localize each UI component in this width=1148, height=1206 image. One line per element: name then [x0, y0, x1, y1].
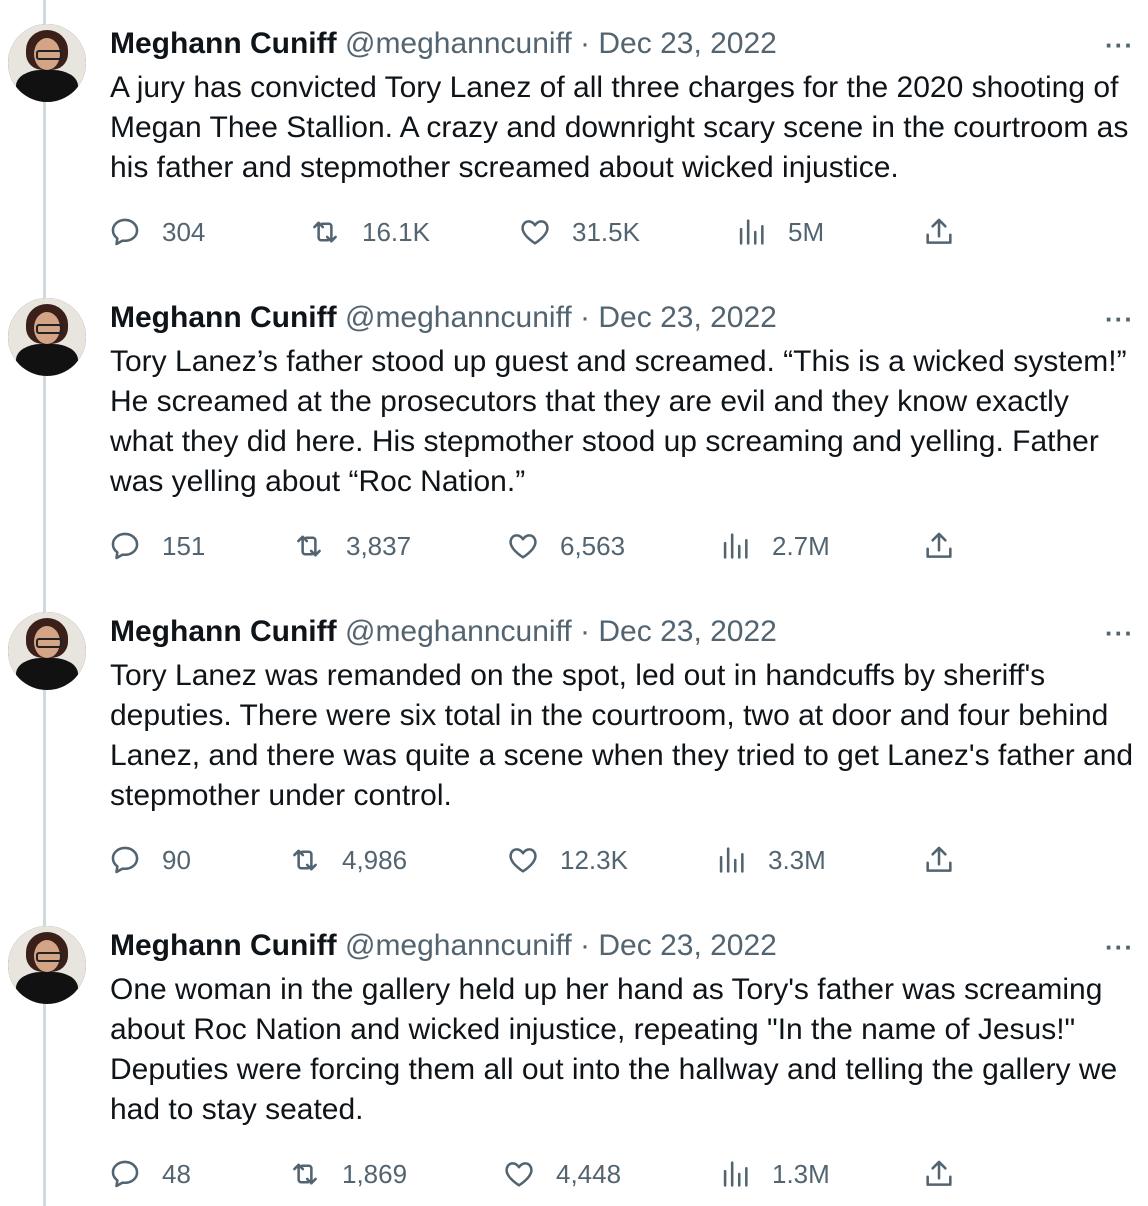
views-icon: [723, 533, 748, 559]
views-button[interactable]: 3.3M: [714, 840, 826, 880]
retweet-count: 16.1K: [362, 216, 430, 247]
reply-button[interactable]: 304: [108, 212, 205, 252]
like-button[interactable]: 31.5K: [518, 212, 640, 252]
retweet-icon: [293, 1163, 317, 1185]
retweet-button[interactable]: 1,869: [288, 1154, 407, 1194]
views-count: 1.3M: [772, 1158, 830, 1189]
author-name[interactable]: Meghann Cuniff: [110, 301, 337, 334]
author-handle[interactable]: @meghanncuniff: [345, 929, 572, 962]
share-icon: [926, 532, 952, 558]
like-button[interactable]: 12.3K: [506, 840, 628, 880]
author-name[interactable]: Meghann Cuniff: [110, 929, 337, 962]
separator: ·: [580, 929, 591, 962]
share-button[interactable]: [922, 1154, 976, 1194]
author-name[interactable]: Meghann Cuniff: [110, 27, 337, 60]
more-options-icon[interactable]: ···: [1105, 618, 1134, 649]
retweet-count: 1,869: [342, 1158, 408, 1189]
heart-icon: [509, 848, 537, 873]
views-count: 2.7M: [772, 530, 830, 561]
retweet-count: 3,837: [346, 530, 412, 561]
separator: ·: [580, 27, 591, 60]
tweet-actions: 151 3,837 6,563 2.7M: [108, 526, 988, 566]
separator: ·: [580, 301, 591, 334]
reply-icon: [111, 218, 139, 246]
avatar[interactable]: [8, 24, 86, 102]
like-count: 31.5K: [572, 216, 640, 247]
share-icon: [926, 1160, 952, 1186]
more-options-icon[interactable]: ···: [1105, 304, 1134, 335]
retweet-button[interactable]: 16.1K: [308, 212, 430, 252]
retweet-icon: [297, 535, 321, 557]
views-count: 5M: [788, 216, 825, 247]
tweet-header: Meghann Cuniff @meghanncuniff · Dec 23, …: [110, 26, 777, 62]
share-icon: [926, 846, 952, 872]
tweet-date[interactable]: Dec 23, 2022: [598, 929, 776, 962]
author-handle[interactable]: @meghanncuniff: [345, 301, 572, 334]
tweet-actions: 90 4,986 12.3K 3.3M: [108, 840, 988, 880]
views-count: 3.3M: [768, 844, 826, 875]
reply-icon: [111, 1160, 139, 1188]
author-handle[interactable]: @meghanncuniff: [345, 615, 572, 648]
retweet-icon: [313, 221, 337, 243]
share-icon: [926, 218, 952, 244]
heart-icon: [509, 534, 537, 559]
views-button[interactable]: 1.3M: [718, 1154, 830, 1194]
tweet-text: One woman in the gallery held up her han…: [110, 973, 1118, 1126]
reply-count: 151: [162, 530, 206, 561]
tweet-header: Meghann Cuniff @meghanncuniff · Dec 23, …: [110, 614, 777, 650]
reply-button[interactable]: 90: [108, 840, 191, 880]
heart-icon: [521, 220, 549, 245]
retweet-icon: [293, 849, 317, 871]
tweet-date[interactable]: Dec 23, 2022: [598, 27, 776, 60]
author-handle[interactable]: @meghanncuniff: [345, 27, 572, 60]
views-icon: [723, 1161, 748, 1187]
tweet-header: Meghann Cuniff @meghanncuniff · Dec 23, …: [110, 928, 777, 964]
like-count: 6,563: [560, 530, 626, 561]
avatar[interactable]: [8, 298, 86, 376]
heart-icon: [505, 1162, 533, 1187]
reply-count: 304: [162, 216, 206, 247]
like-button[interactable]: 4,448: [502, 1154, 621, 1194]
like-button[interactable]: 6,563: [506, 526, 625, 566]
avatar[interactable]: [8, 926, 86, 1004]
reply-button[interactable]: 151: [108, 526, 205, 566]
tweet-actions: 304 16.1K 31.5K 5M: [108, 212, 988, 252]
separator: ·: [580, 615, 591, 648]
views-icon: [739, 219, 764, 245]
reply-count: 90: [162, 844, 191, 875]
tweet-date[interactable]: Dec 23, 2022: [598, 301, 776, 334]
share-button[interactable]: [922, 526, 976, 566]
more-options-icon[interactable]: ···: [1105, 932, 1134, 963]
reply-count: 48: [162, 1158, 191, 1189]
views-button[interactable]: 5M: [734, 212, 824, 252]
share-button[interactable]: [922, 212, 976, 252]
tweet-date[interactable]: Dec 23, 2022: [598, 615, 776, 648]
author-name[interactable]: Meghann Cuniff: [110, 615, 337, 648]
views-button[interactable]: 2.7M: [718, 526, 830, 566]
reply-button[interactable]: 48: [108, 1154, 191, 1194]
tweet-text: Tory Lanez’s father stood up guest and s…: [110, 345, 1127, 498]
tweet-header: Meghann Cuniff @meghanncuniff · Dec 23, …: [110, 300, 777, 336]
retweet-button[interactable]: 3,837: [292, 526, 411, 566]
avatar[interactable]: [8, 612, 86, 690]
tweet-text: Tory Lanez was remanded on the spot, led…: [110, 659, 1134, 812]
reply-icon: [111, 846, 139, 874]
retweet-count: 4,986: [342, 844, 408, 875]
retweet-button[interactable]: 4,986: [288, 840, 407, 880]
like-count: 4,448: [556, 1158, 622, 1189]
like-count: 12.3K: [560, 844, 628, 875]
reply-icon: [111, 532, 139, 560]
tweet-text: A jury has convicted Tory Lanez of all t…: [110, 71, 1129, 184]
views-icon: [719, 847, 744, 873]
share-button[interactable]: [922, 840, 976, 880]
more-options-icon[interactable]: ···: [1105, 30, 1134, 61]
thread-line: [43, 0, 46, 1206]
tweet-actions: 48 1,869 4,448 1.3M: [108, 1154, 988, 1194]
